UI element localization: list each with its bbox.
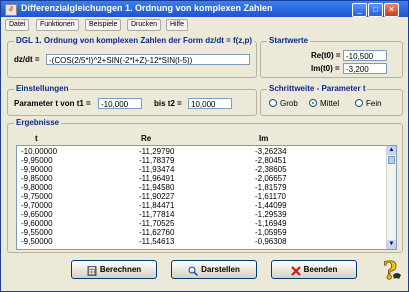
title-bar[interactable]: ∂ Differenzialgleichungen 1. Ordnung von… xyxy=(1,1,408,17)
close-button[interactable]: ✕ xyxy=(384,3,399,17)
equation-label: dz/dt = xyxy=(14,55,40,64)
start-values-group: Startwerte Re(t0) = -10,500 Im(t0) = -3,… xyxy=(260,36,403,78)
t1-input[interactable]: -10,000 xyxy=(98,98,142,109)
table-row: -9,75000 -11,90227 -1,61170 xyxy=(21,192,286,201)
calculator-icon xyxy=(87,265,97,277)
header-re: Re xyxy=(141,134,152,143)
header-t: t xyxy=(35,134,38,143)
calculate-button[interactable]: Berechnen xyxy=(71,260,157,279)
table-row: -9,80000 -11,94580 -1,81579 xyxy=(21,183,287,192)
re-t0-input[interactable]: -10,500 xyxy=(343,50,387,61)
menu-funktionen[interactable]: Funktionen xyxy=(36,19,79,31)
results-scrollbar[interactable]: ▲ ▼ xyxy=(386,146,396,249)
settings-group: Einstellungen Parameter t von t1 = -10,0… xyxy=(7,84,257,116)
t2-input[interactable]: 10,000 xyxy=(188,98,232,109)
table-row: -10,00000 -11,29790 -3,26234 xyxy=(21,147,287,156)
table-row: -9,60000 -11,70525 -1,16949 xyxy=(21,219,287,228)
maximize-button[interactable]: □ xyxy=(368,3,383,17)
im-t0-input[interactable]: -3,200 xyxy=(343,63,387,74)
t2-label: bis t2 = xyxy=(154,99,182,108)
menu-hilfe[interactable]: Hilfe xyxy=(166,19,189,31)
radio-grob[interactable] xyxy=(269,99,277,107)
close-icon xyxy=(290,265,301,276)
svg-text:?: ? xyxy=(383,257,397,283)
help-icon[interactable]: ? xyxy=(379,256,405,285)
re-t0-label: Re(t0) = xyxy=(311,51,341,60)
radio-fein[interactable] xyxy=(355,99,363,107)
equation-group: DGL 1. Ordnung von komplexen Zahlen der … xyxy=(7,36,257,78)
step-title: Schrittweite - Parameter t xyxy=(267,84,368,93)
menu-bar: Datei Funktionen Beispiele Drucken Hilfe xyxy=(1,17,408,31)
start-values-title: Startwerte xyxy=(267,36,311,45)
display-button-label: Darstellen xyxy=(201,265,240,274)
table-row: -9,95000 -11,78379 -2,80451 xyxy=(21,156,287,165)
radio-mittel[interactable] xyxy=(309,99,317,107)
im-t0-label: Im(t0) = xyxy=(311,64,340,73)
exit-button-label: Beenden xyxy=(303,265,338,274)
calculate-button-label: Berechnen xyxy=(99,265,142,274)
table-row: -9,55000 -11,62760 -1,05959 xyxy=(21,228,287,237)
table-row: -9,70000 -11,84471 -1,44099 xyxy=(21,201,287,210)
window-title: Differenzialgleichungen 1. Ordnung von k… xyxy=(21,3,273,13)
exit-button[interactable]: Beenden xyxy=(271,260,357,279)
table-row: -9,50000 -11,54613 -0,96308 xyxy=(21,237,287,246)
step-group: Schrittweite - Parameter t Grob Mittel F… xyxy=(260,84,403,116)
magnifier-icon xyxy=(188,265,199,276)
settings-title: Einstellungen xyxy=(14,84,71,93)
equation-input[interactable]: -(COS(2/5*I)^2+SIN(-2*I+Z)-12*SIN(I-5)) xyxy=(46,54,250,65)
table-row: -9,65000 -11,77814 -1,29539 xyxy=(21,210,287,219)
table-row: -9,90000 -11,93474 -2,38605 xyxy=(21,165,287,174)
minimize-button[interactable]: _ xyxy=(352,3,367,17)
scroll-thumb[interactable] xyxy=(388,156,395,164)
scroll-down-icon[interactable]: ▼ xyxy=(387,240,396,249)
radio-mittel-label: Mittel xyxy=(320,99,340,108)
menu-datei[interactable]: Datei xyxy=(5,19,30,31)
header-im: Im xyxy=(259,134,269,143)
radio-fein-label: Fein xyxy=(366,99,382,108)
results-list[interactable]: -10,00000 -11,29790 -3,26234 -9,95000 -11,7… xyxy=(16,145,397,250)
radio-grob-label: Grob xyxy=(280,99,298,108)
app-icon: ∂ xyxy=(5,4,17,16)
equation-group-title: DGL 1. Ordnung von komplexen Zahlen der … xyxy=(14,36,255,45)
app-window: ∂ Differenzialgleichungen 1. Ordnung von… xyxy=(0,0,409,292)
results-title: Ergebnisse xyxy=(14,118,62,127)
display-button[interactable]: Darstellen xyxy=(171,260,257,279)
scroll-up-icon[interactable]: ▲ xyxy=(387,146,396,155)
param-t1-label: Parameter t von t1 = xyxy=(14,99,91,108)
table-row: -9,85000 -11,96491 -2,06657 xyxy=(21,174,287,183)
menu-drucken[interactable]: Drucken xyxy=(127,19,162,31)
menu-beispiele[interactable]: Beispiele xyxy=(85,19,122,31)
